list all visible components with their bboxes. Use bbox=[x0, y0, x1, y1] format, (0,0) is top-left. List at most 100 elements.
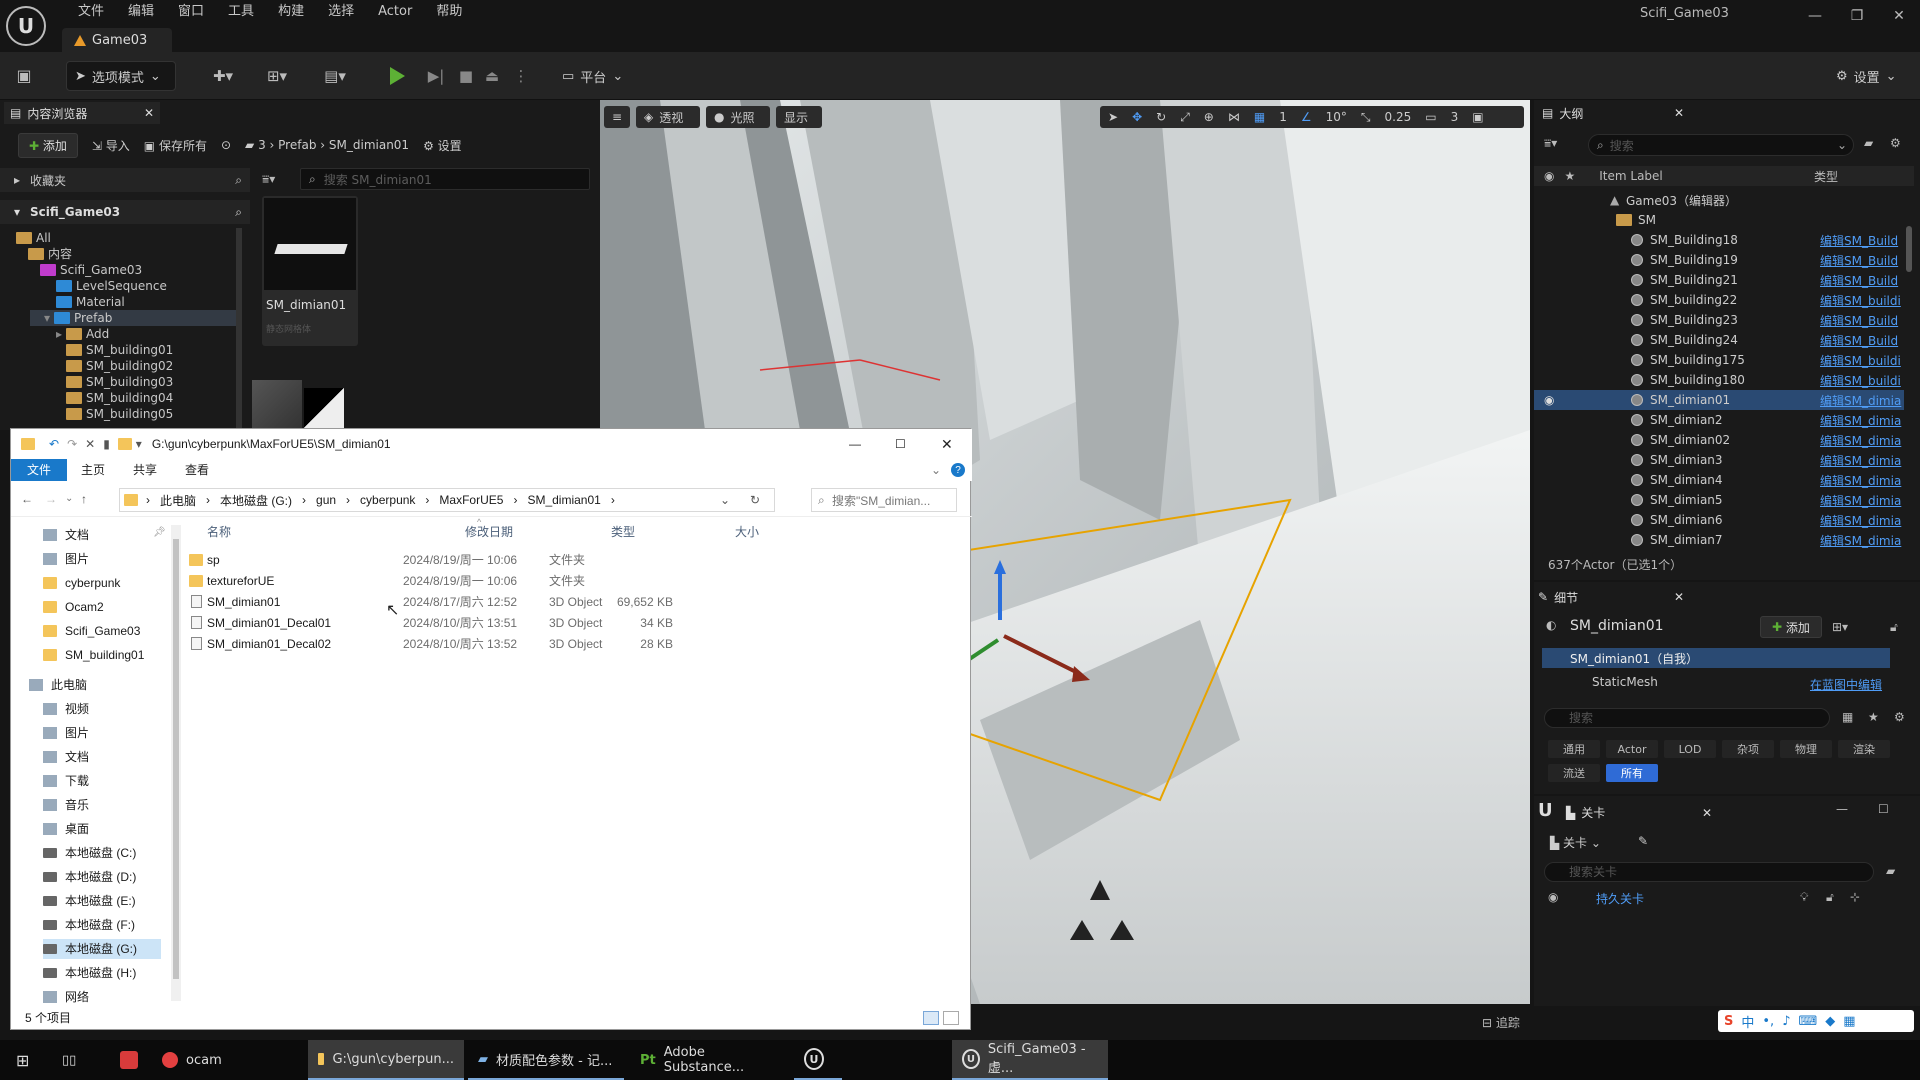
column-name[interactable]: 名称 bbox=[207, 523, 231, 540]
scale-icon[interactable]: ⤢ bbox=[1180, 110, 1190, 125]
help-icon[interactable]: ? bbox=[951, 463, 965, 477]
tree-item-building01[interactable]: SM_building01 bbox=[66, 342, 173, 358]
menu-tools[interactable]: 工具 bbox=[216, 2, 266, 22]
ime-toolbar[interactable]: S 中 •, ♪ ⌨ ◆ ▦ bbox=[1718, 1010, 1914, 1032]
outliner-row-type[interactable]: 编辑SM_buildi bbox=[1820, 292, 1904, 309]
chevron-down-icon[interactable]: ⌄ bbox=[720, 493, 730, 507]
details-tab-streaming[interactable]: 流送 bbox=[1548, 764, 1600, 782]
menu-edit[interactable]: 编辑 bbox=[116, 2, 166, 22]
outliner-row-type[interactable]: 编辑SM_dimia bbox=[1820, 452, 1904, 469]
camera-speed-value[interactable]: 3 bbox=[1451, 110, 1459, 124]
tree-item-project[interactable]: Scifi_Game03 bbox=[40, 262, 142, 278]
file-row[interactable]: textureforUE 2024/8/19/周一 10:06 文件夹 bbox=[171, 570, 971, 591]
file-row[interactable]: SM_dimian01 2024/8/17/周六 12:52 3D Object 69… bbox=[171, 591, 971, 612]
app-icon[interactable] bbox=[110, 1040, 148, 1080]
details-tab-misc[interactable]: 杂项 bbox=[1722, 740, 1774, 758]
nav-item[interactable]: 图片 bbox=[43, 723, 161, 743]
nav-item[interactable]: 此电脑 bbox=[29, 675, 161, 695]
outliner-root[interactable]: Game03（编辑器） ▲ bbox=[1534, 190, 1904, 210]
up-icon[interactable]: ↑ bbox=[81, 492, 87, 506]
file-row[interactable]: sp 2024/8/19/周一 10:06 文件夹 bbox=[171, 549, 971, 570]
more-options-icon[interactable]: ⋮ bbox=[514, 66, 529, 86]
minimize-icon[interactable]: — bbox=[1836, 802, 1848, 816]
camera-speed-icon[interactable]: ▭ bbox=[1425, 110, 1436, 124]
path-segment[interactable]: 此电脑 bbox=[160, 492, 196, 509]
component-self[interactable]: SM_dimian01（自我） bbox=[1542, 648, 1890, 668]
delete-icon[interactable]: ✕ bbox=[85, 437, 95, 451]
stop-icon[interactable]: ■ bbox=[456, 66, 476, 86]
path-segment[interactable]: gun bbox=[316, 493, 336, 507]
tree-item-building04[interactable]: SM_building04 bbox=[66, 390, 173, 406]
close-icon[interactable]: ✕ bbox=[941, 436, 953, 453]
tree-scrollbar[interactable] bbox=[236, 228, 242, 428]
settings-button[interactable]: ⚙ 设置 bbox=[423, 137, 462, 154]
column-item-label[interactable]: Item Label bbox=[1599, 169, 1663, 183]
details-tab-rendering[interactable]: 渲染 bbox=[1838, 740, 1890, 758]
lightbulb-icon[interactable]: 💡︎ bbox=[1800, 890, 1808, 905]
menu-help[interactable]: 帮助 bbox=[424, 2, 474, 22]
level-options-icon[interactable]: ⊹ bbox=[1850, 890, 1860, 904]
nav-item[interactable]: 桌面 bbox=[43, 819, 161, 839]
viewport-menu-icon[interactable]: ≡ bbox=[604, 106, 630, 128]
menu-actor[interactable]: Actor bbox=[366, 2, 424, 22]
edit-in-blueprint-link[interactable]: 在蓝图中编辑 bbox=[1810, 676, 1882, 693]
minimize-icon[interactable]: — bbox=[1802, 6, 1828, 26]
gear-icon[interactable]: ⚙ bbox=[1890, 136, 1901, 150]
large-icons-view-icon[interactable] bbox=[943, 1011, 959, 1025]
visibility-icon[interactable]: ◉ bbox=[1544, 169, 1554, 183]
scale-snap-icon[interactable]: ⤡ bbox=[1361, 110, 1371, 125]
pencil-icon[interactable]: ✎ bbox=[1638, 834, 1648, 848]
nav-item[interactable]: Ocam2 bbox=[43, 597, 161, 617]
content-browser-tab[interactable]: ▤ 内容浏览器 ✕ bbox=[4, 102, 160, 124]
nav-item[interactable]: 视频 bbox=[43, 699, 161, 719]
menu-build[interactable]: 构建 bbox=[266, 2, 316, 22]
nav-item[interactable]: 网络 bbox=[43, 987, 161, 1007]
star-icon[interactable]: ★ bbox=[1564, 169, 1575, 183]
outliner-row[interactable]: SM_dimian02 编辑SM_dimia bbox=[1534, 430, 1904, 450]
outliner-row-type[interactable]: 编辑SM_dimia bbox=[1820, 432, 1904, 449]
tree-item-add[interactable]: ▸ Add bbox=[56, 326, 109, 342]
tree-item-building05[interactable]: SM_building05 bbox=[66, 406, 173, 422]
taskbar-unreal[interactable]: U bbox=[794, 1040, 842, 1080]
breadcrumb-item[interactable]: Prefab bbox=[278, 138, 316, 152]
details-tab-lod[interactable]: LOD bbox=[1664, 740, 1716, 758]
taskbar-ocam[interactable]: ocam bbox=[152, 1040, 302, 1080]
layout-icon[interactable]: ▣ bbox=[1472, 110, 1483, 124]
recent-icon[interactable]: ⌄ bbox=[65, 493, 73, 504]
outliner-row[interactable]: SM_building175 编辑SM_buildi bbox=[1534, 350, 1904, 370]
outliner-row[interactable]: SM_Building24 编辑SM_Build bbox=[1534, 330, 1904, 350]
details-tab-actor[interactable]: Actor bbox=[1606, 740, 1658, 758]
breadcrumb-item[interactable]: SM_dimian01 bbox=[329, 138, 409, 152]
outliner-row-type[interactable]: 编辑SM_dimia bbox=[1820, 412, 1904, 429]
file-row[interactable]: SM_dimian01_Decal01 2024/8/10/周六 13:51 3D … bbox=[171, 612, 971, 633]
track-button[interactable]: ⊟ 追踪 bbox=[1482, 1014, 1520, 1031]
perspective-button[interactable]: ◈ 透视 bbox=[636, 106, 700, 128]
search-icon[interactable]: ⌕ bbox=[235, 205, 242, 220]
taskbar-substance[interactable]: Pt Adobe Substance... bbox=[630, 1040, 786, 1080]
taskbar-unreal-project[interactable]: U Scifi_Game03 - 虚... bbox=[952, 1040, 1108, 1080]
outliner-row-type[interactable]: 编辑SM_dimia bbox=[1820, 512, 1904, 529]
ribbon-tab-share[interactable]: 共享 bbox=[119, 459, 171, 481]
close-icon[interactable]: ✕ bbox=[1886, 6, 1912, 26]
nav-item[interactable]: 本地磁盘 (G:) bbox=[43, 939, 161, 959]
nav-item[interactable]: 本地磁盘 (H:) bbox=[43, 963, 161, 983]
levels-dropdown[interactable]: ▙ 关卡 ⌄ bbox=[1550, 834, 1601, 851]
filter-icon[interactable]: ⩸▾ bbox=[1544, 136, 1557, 151]
favorites-section[interactable]: ▸ 收藏夹 ⌕ bbox=[0, 168, 250, 192]
nav-item[interactable]: 文档 bbox=[43, 747, 161, 767]
start-windows-icon[interactable]: ⊞ bbox=[6, 1040, 39, 1080]
tree-item-content[interactable]: 内容 bbox=[28, 246, 72, 262]
nav-item[interactable]: Scifi_Game03 bbox=[43, 621, 161, 641]
file-row[interactable]: SM_dimian01_Decal02 2024/8/10/周六 13:52 3D … bbox=[171, 633, 971, 654]
maximize-icon[interactable]: ❐ bbox=[1844, 6, 1870, 26]
ribbon-tab-file[interactable]: 文件 bbox=[11, 459, 68, 481]
nav-item[interactable]: 本地磁盘 (D:) bbox=[43, 867, 161, 887]
rotate-icon[interactable]: ↻ bbox=[1156, 110, 1166, 124]
asset-thumbnail-3[interactable] bbox=[304, 388, 344, 428]
details-tab[interactable]: ✎ 细节 ✕ bbox=[1538, 586, 1688, 608]
outliner-row[interactable]: SM_building180 编辑SM_buildi bbox=[1534, 370, 1904, 390]
lit-mode-button[interactable]: ● 光照 bbox=[706, 106, 770, 128]
outliner-row-type[interactable]: 编辑SM_buildi bbox=[1820, 372, 1904, 389]
outliner-row[interactable]: SM_Building21 编辑SM_Build bbox=[1534, 270, 1904, 290]
outliner-folder[interactable]: SM bbox=[1534, 210, 1904, 230]
